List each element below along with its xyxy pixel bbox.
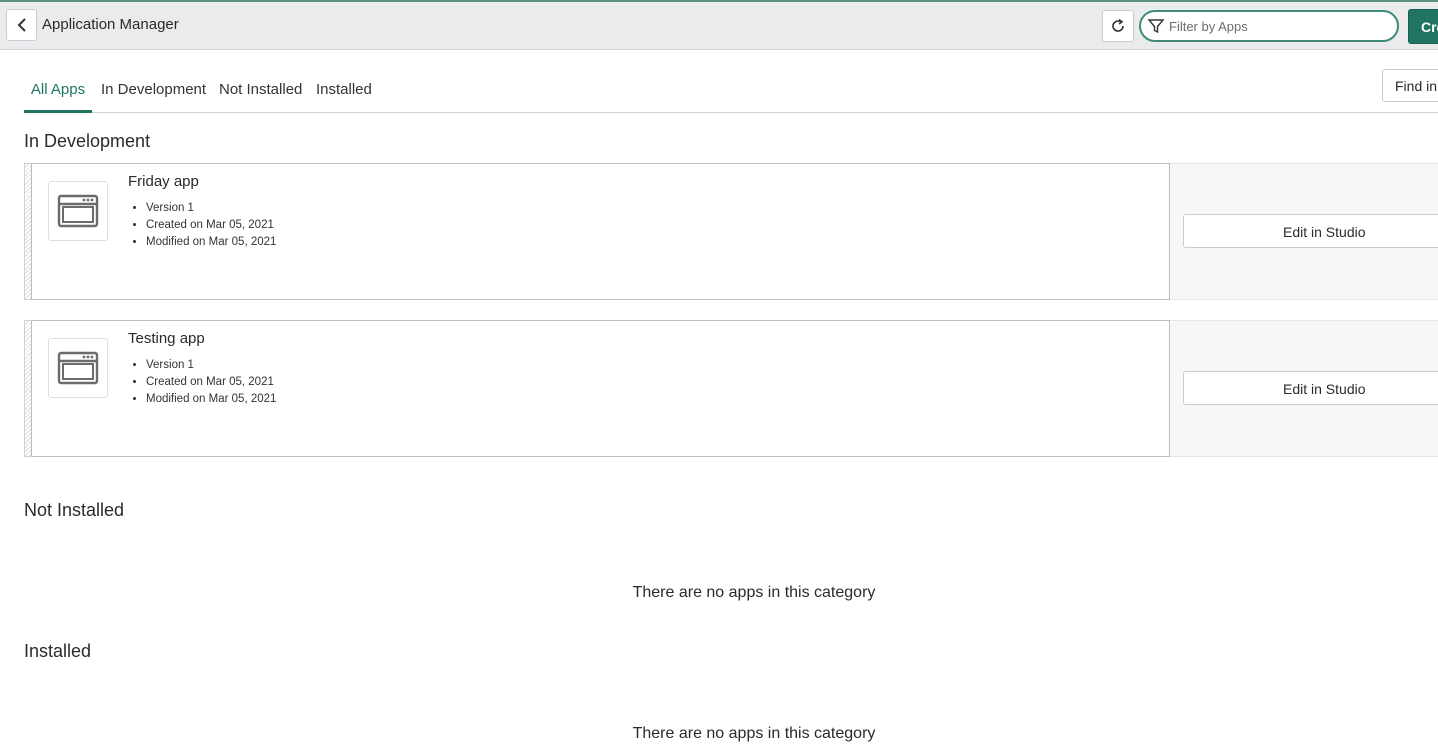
filter-icon bbox=[1147, 19, 1165, 34]
edit-in-studio-button[interactable]: Edit in Studio bbox=[1183, 214, 1438, 248]
tab-in-development[interactable]: In Development bbox=[101, 67, 206, 113]
app-thumbnail bbox=[48, 181, 108, 241]
app-name: Friday app bbox=[128, 173, 199, 190]
app-created-date: Created on Mar 05, 2021 bbox=[146, 217, 276, 234]
app-version: Version 1 bbox=[146, 357, 276, 374]
empty-state-message: There are no apps in this category bbox=[632, 584, 876, 601]
app-name: Testing app bbox=[128, 330, 205, 347]
app-action-pane: Edit in Studio bbox=[1170, 320, 1438, 457]
chevron-left-icon bbox=[17, 18, 26, 32]
filter-input[interactable] bbox=[1169, 18, 1389, 34]
edit-in-studio-button[interactable]: Edit in Studio bbox=[1183, 371, 1438, 405]
back-button[interactable] bbox=[6, 9, 37, 41]
page-title: Application Manager bbox=[42, 16, 179, 33]
app-header: Application Manager Create bbox=[0, 0, 1438, 50]
app-created-date: Created on Mar 05, 2021 bbox=[146, 374, 276, 391]
refresh-button[interactable] bbox=[1102, 10, 1134, 42]
app-card[interactable]: Friday app Version 1 Created on Mar 05, … bbox=[31, 163, 1170, 300]
app-details: Version 1 Created on Mar 05, 2021 Modifi… bbox=[146, 357, 276, 408]
tab-installed[interactable]: Installed bbox=[316, 67, 372, 113]
create-app-button[interactable]: Create bbox=[1408, 9, 1438, 44]
app-window-icon bbox=[57, 194, 99, 228]
tab-not-installed[interactable]: Not Installed bbox=[219, 67, 302, 113]
tab-all-apps[interactable]: All Apps bbox=[24, 67, 92, 113]
app-modified-date: Modified on Mar 05, 2021 bbox=[146, 391, 276, 408]
refresh-icon bbox=[1112, 18, 1124, 32]
category-tabs: All Apps In Development Not Installed In… bbox=[24, 67, 1438, 113]
section-title-installed: Installed bbox=[24, 641, 92, 661]
app-card[interactable]: Testing app Version 1 Created on Mar 05,… bbox=[31, 320, 1170, 457]
section-title-not-installed: Not Installed bbox=[24, 500, 125, 520]
app-thumbnail bbox=[48, 338, 108, 398]
app-row: Testing app Version 1 Created on Mar 05,… bbox=[24, 320, 1438, 457]
filter-field[interactable] bbox=[1139, 10, 1399, 42]
find-in-store-button[interactable]: Find in Store bbox=[1382, 69, 1438, 102]
app-action-pane: Edit in Studio bbox=[1170, 163, 1438, 300]
app-modified-date: Modified on Mar 05, 2021 bbox=[146, 234, 276, 251]
section-title-in-development: In Development bbox=[24, 131, 151, 151]
app-version: Version 1 bbox=[146, 200, 276, 217]
app-window-icon bbox=[57, 351, 99, 385]
empty-state-message: There are no apps in this category bbox=[632, 725, 876, 742]
app-details: Version 1 Created on Mar 05, 2021 Modifi… bbox=[146, 200, 276, 251]
app-row: Friday app Version 1 Created on Mar 05, … bbox=[24, 163, 1438, 300]
